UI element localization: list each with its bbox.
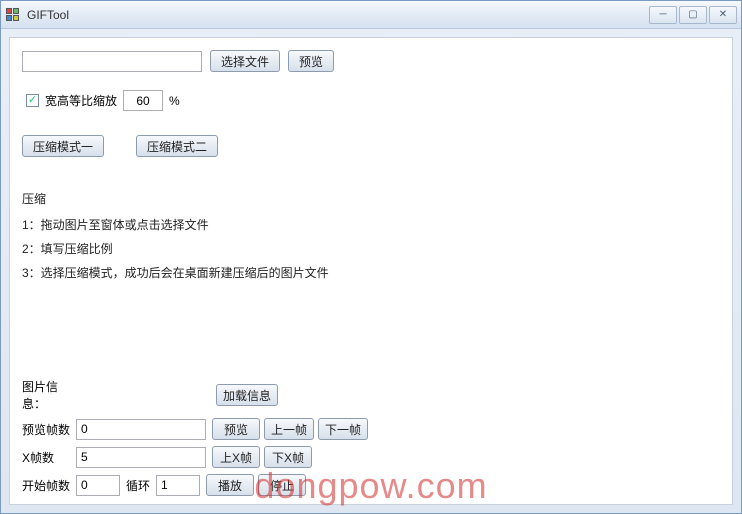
start-frames-input[interactable] (76, 475, 120, 496)
scale-percent-input[interactable] (123, 90, 163, 111)
minimize-button[interactable]: ─ (649, 6, 677, 24)
check-icon: ✓ (28, 95, 37, 106)
titlebar: GIFTool ─ ▢ ✕ (1, 1, 741, 29)
compress-mode-2-button[interactable]: 压缩模式二 (136, 135, 218, 157)
file-row: 选择文件 预览 (22, 50, 720, 72)
preview-frames-row: 预览帧数 预览 上一帧 下一帧 (22, 418, 368, 440)
instruction-line-3: 3：选择压缩模式，成功后会在桌面新建压缩后的图片文件 (22, 261, 720, 285)
aspect-ratio-checkbox[interactable]: ✓ (26, 94, 39, 107)
minimize-icon: ─ (659, 10, 666, 20)
window-controls: ─ ▢ ✕ (649, 6, 737, 24)
prev-frame-button[interactable]: 上一帧 (264, 418, 314, 440)
instructions-block: 压缩 1：拖动图片至窗体或点击选择文件 2：填写压缩比例 3：选择压缩模式，成功… (22, 187, 720, 285)
loop-count-input[interactable] (156, 475, 200, 496)
mode-row: 压缩模式一 压缩模式二 (22, 135, 720, 157)
scale-row: ✓ 宽高等比缩放 % (26, 90, 720, 111)
close-icon: ✕ (719, 10, 727, 20)
playback-row: 开始帧数 循环 播放 停止 (22, 474, 306, 496)
maximize-icon: ▢ (688, 10, 697, 20)
main-panel: 选择文件 预览 ✓ 宽高等比缩放 % 压缩模式一 压缩模式二 压缩 1：拖动图片… (9, 37, 733, 505)
next-frame-button[interactable]: 下一帧 (318, 418, 368, 440)
file-path-input[interactable] (22, 51, 202, 72)
down-x-frames-button[interactable]: 下X帧 (264, 446, 312, 468)
image-info-label: 图片信息： (22, 378, 70, 412)
stop-button[interactable]: 停止 (258, 474, 306, 496)
app-icon (5, 7, 21, 23)
x-frames-row: X帧数 上X帧 下X帧 (22, 446, 312, 468)
image-info-row: 图片信息： 加载信息 (22, 378, 278, 412)
instruction-line-1: 1：拖动图片至窗体或点击选择文件 (22, 213, 720, 237)
up-x-frames-button[interactable]: 上X帧 (212, 446, 260, 468)
x-frames-label: X帧数 (22, 449, 70, 466)
aspect-ratio-label: 宽高等比缩放 (45, 92, 117, 109)
compress-mode-1-button[interactable]: 压缩模式一 (22, 135, 104, 157)
loop-label: 循环 (126, 477, 150, 494)
frame-preview-button[interactable]: 预览 (212, 418, 260, 440)
client-area: 选择文件 预览 ✓ 宽高等比缩放 % 压缩模式一 压缩模式二 压缩 1：拖动图片… (1, 29, 741, 513)
x-frames-input[interactable] (76, 447, 206, 468)
preview-button[interactable]: 预览 (288, 50, 334, 72)
app-window: GIFTool ─ ▢ ✕ 选择文件 预览 ✓ 宽高等比缩放 % 压缩模 (0, 0, 742, 514)
load-info-button[interactable]: 加载信息 (216, 384, 278, 406)
choose-file-button[interactable]: 选择文件 (210, 50, 280, 72)
preview-frames-input[interactable] (76, 419, 206, 440)
maximize-button[interactable]: ▢ (679, 6, 707, 24)
info-area: 图片信息： 加载信息 预览帧数 预览 上一帧 下一帧 (22, 378, 720, 496)
close-button[interactable]: ✕ (709, 6, 737, 24)
play-button[interactable]: 播放 (206, 474, 254, 496)
percent-suffix: % (169, 94, 180, 108)
preview-frames-label: 预览帧数 (22, 421, 70, 438)
instruction-line-2: 2：填写压缩比例 (22, 237, 720, 261)
window-title: GIFTool (27, 8, 649, 22)
start-frames-label: 开始帧数 (22, 477, 70, 494)
instructions-header: 压缩 (22, 187, 720, 211)
